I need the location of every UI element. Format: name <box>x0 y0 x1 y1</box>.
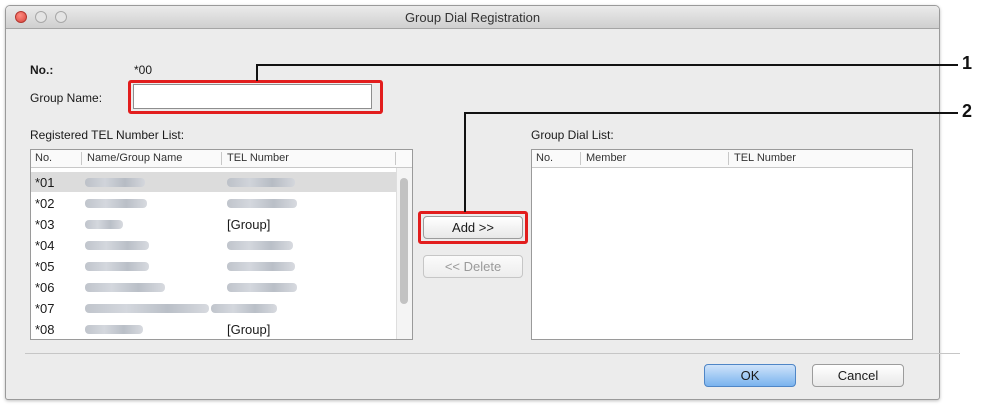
vertical-scrollbar[interactable] <box>396 168 412 339</box>
window-title: Group Dial Registration <box>404 10 541 25</box>
name-redacted <box>85 262 149 271</box>
tel-redacted <box>227 178 295 187</box>
registered-number-list[interactable]: No. Name/Group Name TEL Number *01 *02 *… <box>30 149 413 340</box>
number-value: *00 <box>134 63 153 77</box>
name-redacted <box>85 283 165 292</box>
ok-button[interactable]: OK <box>704 364 796 387</box>
footer-divider <box>25 353 960 354</box>
row-number: *06 <box>35 280 55 295</box>
name-redacted <box>85 220 123 229</box>
row-number: *03 <box>35 217 55 232</box>
name-redacted <box>85 241 149 250</box>
row-tel: [Group] <box>227 322 271 337</box>
row-number: *02 <box>35 196 55 211</box>
delete-button[interactable]: << Delete <box>423 255 523 278</box>
cancel-button[interactable]: Cancel <box>812 364 904 387</box>
name-redacted <box>85 199 147 208</box>
title-bar: Group Dial Registration <box>6 6 939 29</box>
table-row[interactable]: *03 [Group] <box>31 214 396 234</box>
group-dial-list-label: Group Dial List: <box>531 128 614 142</box>
table-row[interactable]: *04 <box>31 235 396 255</box>
highlight-add <box>418 211 528 244</box>
name-redacted <box>85 304 209 313</box>
table-header: No. Member TEL Number <box>532 150 912 168</box>
column-header-member[interactable]: Member <box>580 152 626 165</box>
row-number: *04 <box>35 238 55 253</box>
column-header-no[interactable]: No. <box>536 152 553 165</box>
table-row[interactable]: *01 <box>31 172 396 192</box>
registered-list-label: Registered TEL Number List: <box>30 128 185 142</box>
highlight-group-name <box>128 80 383 114</box>
row-number: *05 <box>35 259 55 274</box>
callout-1-label: 1 <box>962 53 973 73</box>
table-row[interactable]: *06 <box>31 277 396 297</box>
row-number: *08 <box>35 322 55 337</box>
column-header-tel[interactable]: TEL Number <box>728 152 796 165</box>
tel-redacted <box>211 304 277 313</box>
table-row[interactable]: *05 <box>31 256 396 276</box>
tel-redacted <box>227 283 297 292</box>
name-redacted <box>85 325 143 334</box>
row-number: *07 <box>35 301 55 316</box>
row-number: *01 <box>35 175 55 190</box>
table-row[interactable]: *07 <box>31 298 396 318</box>
table-header: No. Name/Group Name TEL Number <box>31 150 412 168</box>
tel-redacted <box>227 199 297 208</box>
column-header-name[interactable]: Name/Group Name <box>81 152 182 165</box>
callout-2-leader-vertical <box>464 112 466 212</box>
name-redacted <box>85 178 145 187</box>
table-row[interactable]: *02 <box>31 193 396 213</box>
group-dial-list[interactable]: No. Member TEL Number <box>531 149 913 340</box>
column-header-no[interactable]: No. <box>35 152 52 165</box>
row-tel: [Group] <box>227 217 271 232</box>
tel-redacted <box>227 262 295 271</box>
column-header-spacer <box>395 152 401 165</box>
group-name-label: Group Name: <box>30 91 103 105</box>
tel-redacted <box>227 241 293 250</box>
column-header-tel[interactable]: TEL Number <box>221 152 289 165</box>
callout-1-leader-vertical <box>256 64 258 81</box>
callout-1-leader-horizontal <box>256 64 958 66</box>
number-label: No.: <box>30 63 54 77</box>
table-row[interactable]: *08 [Group] <box>31 319 396 339</box>
callout-2-label: 2 <box>962 101 973 121</box>
callout-2-leader-horizontal <box>464 112 958 114</box>
scrollbar-thumb[interactable] <box>400 178 408 304</box>
